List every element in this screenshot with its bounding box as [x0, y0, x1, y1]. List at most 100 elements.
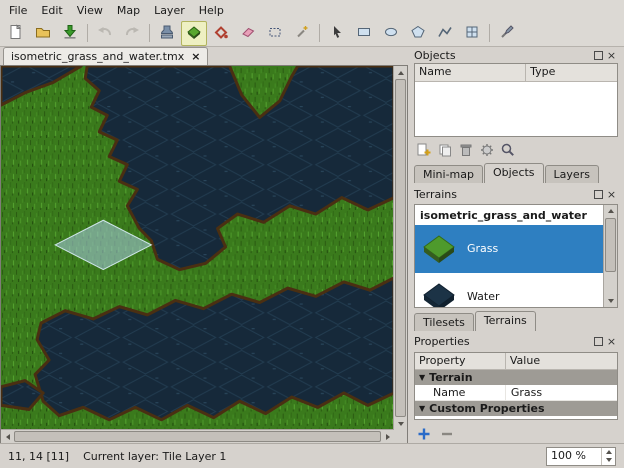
isometric-map-render [1, 66, 394, 430]
dock-float-button[interactable] [592, 49, 605, 62]
zoom-value[interactable]: 100 % [547, 448, 601, 465]
property-group-custom[interactable]: ▼ Custom Properties [415, 401, 617, 416]
terrains-dock-titlebar: Terrains × [414, 186, 618, 201]
group-label: Custom Properties [429, 402, 544, 415]
vertical-scroll-thumb[interactable] [395, 79, 406, 417]
scroll-up-arrow[interactable] [604, 205, 617, 218]
rectangular-select-button[interactable] [262, 21, 288, 46]
value-column[interactable]: Value [506, 353, 617, 369]
menu-map[interactable]: Map [110, 2, 147, 19]
terrain-brush-button[interactable] [181, 21, 207, 46]
remove-objects-button[interactable] [456, 140, 475, 159]
toolbar-separator [149, 24, 150, 42]
expander-icon[interactable]: ▼ [419, 404, 425, 413]
dock-close-button[interactable]: × [605, 335, 618, 348]
zoom-decrease-arrow[interactable] [602, 456, 615, 465]
terrain-item-water[interactable]: Water [415, 273, 604, 309]
toolbar-separator [87, 24, 88, 42]
terrain-item-grass[interactable]: Grass [415, 225, 604, 273]
magnifier-icon [500, 142, 516, 158]
menu-view[interactable]: View [70, 2, 110, 19]
objects-toolbar [414, 137, 618, 160]
eyedropper-button[interactable] [494, 21, 520, 46]
zoom-control[interactable]: 100 % [546, 447, 616, 466]
eyedropper-icon [499, 24, 515, 43]
select-objects-button[interactable] [324, 21, 350, 46]
property-group-terrain[interactable]: ▼ Terrain [415, 370, 617, 385]
duplicate-objects-button[interactable] [435, 140, 454, 159]
open-map-button[interactable] [30, 21, 56, 46]
terrains-scrollbar[interactable] [603, 205, 617, 308]
redo-icon [124, 24, 140, 43]
new-map-button[interactable] [3, 21, 29, 46]
tab-tilesets[interactable]: Tilesets [414, 313, 474, 331]
magic-wand-button[interactable] [289, 21, 315, 46]
properties-table[interactable]: Property Value ▼ Terrain Name Grass ▼ Cu… [414, 352, 618, 421]
terrains-list[interactable]: isometric_grass_and_water Grass [414, 204, 618, 309]
find-object-button[interactable] [498, 140, 517, 159]
add-property-button[interactable] [414, 424, 433, 443]
add-object-button[interactable] [414, 140, 433, 159]
dock-float-button[interactable] [592, 335, 605, 348]
objects-column-type[interactable]: Type [526, 64, 617, 81]
scroll-left-arrow[interactable] [1, 430, 14, 443]
insert-polyline-button[interactable] [432, 21, 458, 46]
tab-terrains[interactable]: Terrains [475, 311, 536, 331]
scroll-down-arrow[interactable] [394, 417, 407, 430]
tab-close-icon[interactable]: × [191, 50, 200, 63]
expander-icon[interactable]: ▼ [419, 373, 425, 382]
zoom-increase-arrow[interactable] [602, 448, 615, 457]
tab-mini-map[interactable]: Mini-map [414, 165, 483, 183]
objects-list[interactable]: Name Type [414, 63, 618, 137]
property-column[interactable]: Property [415, 353, 506, 369]
tab-objects[interactable]: Objects [484, 163, 544, 183]
terrain-label: Water [467, 290, 500, 303]
ellipse-shape-icon [383, 24, 399, 43]
terrains-scroll-thumb[interactable] [605, 218, 616, 272]
objects-column-name[interactable]: Name [415, 64, 526, 81]
dock-close-button[interactable]: × [605, 188, 618, 201]
tileset-tab-bar: Tilesets Terrains [414, 311, 618, 331]
dock-float-button[interactable] [592, 188, 605, 201]
eraser-button[interactable] [235, 21, 261, 46]
status-bar: 11, 14 [11] Current layer: Tile Layer 1 … [0, 443, 624, 468]
map-canvas[interactable] [1, 66, 394, 430]
horizontal-scrollbar[interactable] [1, 429, 394, 443]
bucket-fill-button[interactable] [208, 21, 234, 46]
menu-layer[interactable]: Layer [147, 2, 192, 19]
document-tab[interactable]: isometric_grass_and_water.tmx × [3, 47, 208, 65]
undo-button[interactable] [92, 21, 118, 46]
remove-property-button[interactable] [437, 424, 456, 443]
object-properties-button[interactable] [477, 140, 496, 159]
objects-list-header: Name Type [415, 64, 617, 82]
menu-help[interactable]: Help [192, 2, 231, 19]
trash-icon [458, 142, 474, 158]
insert-rectangle-button[interactable] [351, 21, 377, 46]
dock-close-button[interactable]: × [605, 49, 618, 62]
scroll-right-arrow[interactable] [381, 430, 394, 443]
property-row-name[interactable]: Name Grass [415, 385, 617, 401]
menu-file[interactable]: File [2, 2, 34, 19]
menu-edit[interactable]: Edit [34, 2, 69, 19]
insert-ellipse-button[interactable] [378, 21, 404, 46]
tab-layers[interactable]: Layers [545, 165, 599, 183]
properties-header: Property Value [415, 353, 617, 370]
stamp-brush-icon [159, 24, 175, 43]
grass-terrain-thumbnail [420, 232, 458, 266]
tileset-name: isometric_grass_and_water [415, 205, 617, 225]
view-tab-bar: Mini-map Objects Layers [414, 163, 618, 183]
insert-tile-button[interactable] [459, 21, 485, 46]
save-map-button[interactable] [57, 21, 83, 46]
group-label: Terrain [429, 371, 472, 384]
tiled-window: File Edit View Map Layer Help [0, 0, 624, 468]
water-terrain-thumbnail [420, 280, 458, 309]
stamp-brush-button[interactable] [154, 21, 180, 46]
vertical-scrollbar[interactable] [393, 66, 407, 430]
redo-button[interactable] [119, 21, 145, 46]
document-tab-bar: isometric_grass_and_water.tmx × [0, 46, 408, 65]
horizontal-scroll-thumb[interactable] [14, 431, 381, 442]
scroll-up-arrow[interactable] [394, 66, 407, 79]
property-value[interactable]: Grass [506, 385, 617, 400]
insert-polygon-button[interactable] [405, 21, 431, 46]
scroll-down-arrow[interactable] [604, 294, 617, 307]
